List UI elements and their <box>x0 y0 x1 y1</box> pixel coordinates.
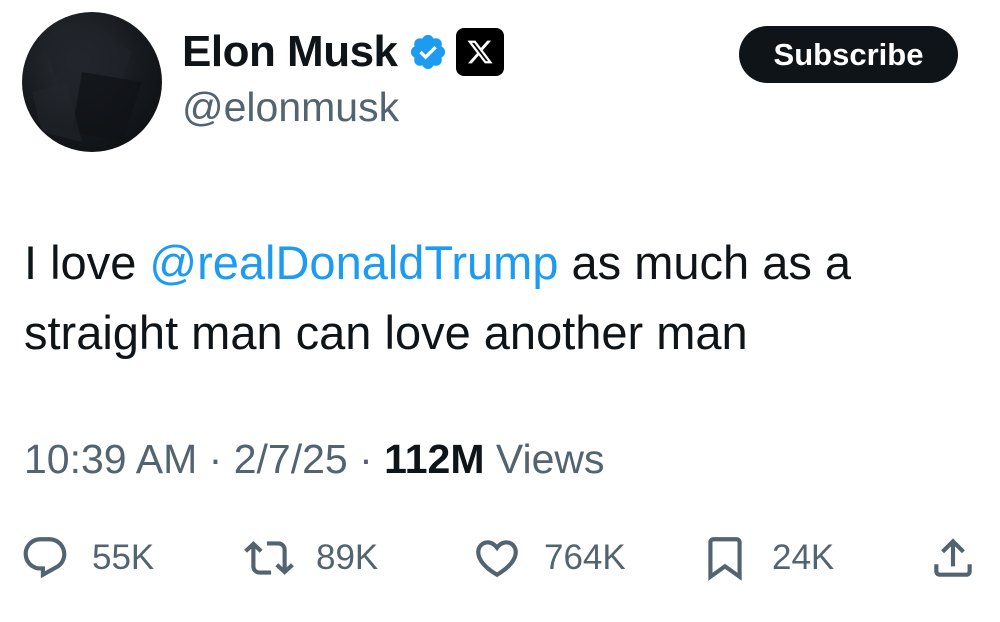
repost-arrows-icon <box>244 541 294 575</box>
views-label: Views <box>495 436 605 482</box>
views-count: 112M <box>384 436 485 482</box>
heart-icon <box>476 540 518 578</box>
avatar-image <box>32 22 142 142</box>
tweet-text: I love @realDonaldTrump as much as a str… <box>24 228 984 368</box>
like-count: 764K <box>544 538 626 577</box>
tweet-text-before: I love <box>24 236 150 289</box>
author-handle[interactable]: @elonmusk <box>182 84 399 131</box>
share-upload-icon <box>934 538 972 577</box>
author-display-name[interactable]: Elon Musk <box>182 27 398 77</box>
meta-separator: · <box>359 436 373 482</box>
subscribe-button[interactable]: Subscribe <box>739 26 958 83</box>
author-name-row: Elon Musk <box>182 24 504 80</box>
reply-button[interactable]: 55K <box>20 528 154 588</box>
bookmark-count: 24K <box>772 538 835 577</box>
action-bar: 55K 89K 764K 24K <box>0 528 1000 588</box>
mention-link[interactable]: @realDonaldTrump <box>149 236 558 289</box>
share-button[interactable] <box>928 528 978 588</box>
bookmark-icon <box>708 537 742 581</box>
x-logo-icon[interactable] <box>455 28 504 76</box>
tweet-date[interactable]: 2/7/25 <box>234 436 348 482</box>
avatar[interactable] <box>22 12 162 152</box>
speech-bubble-icon <box>23 537 67 579</box>
bookmark-button[interactable]: 24K <box>700 528 834 588</box>
verified-badge-icon[interactable] <box>408 32 448 72</box>
repost-button[interactable]: 89K <box>244 528 378 588</box>
tweet-card: Elon Musk @elonmusk Subscribe I love @re… <box>0 0 1000 622</box>
repost-count: 89K <box>316 538 379 577</box>
like-button[interactable]: 764K <box>472 528 626 588</box>
tweet-meta: 10:39 AM · 2/7/25 · 112M Views <box>24 436 605 483</box>
meta-separator: · <box>208 436 223 482</box>
reply-count: 55K <box>92 538 155 577</box>
tweet-time[interactable]: 10:39 AM <box>24 436 197 482</box>
